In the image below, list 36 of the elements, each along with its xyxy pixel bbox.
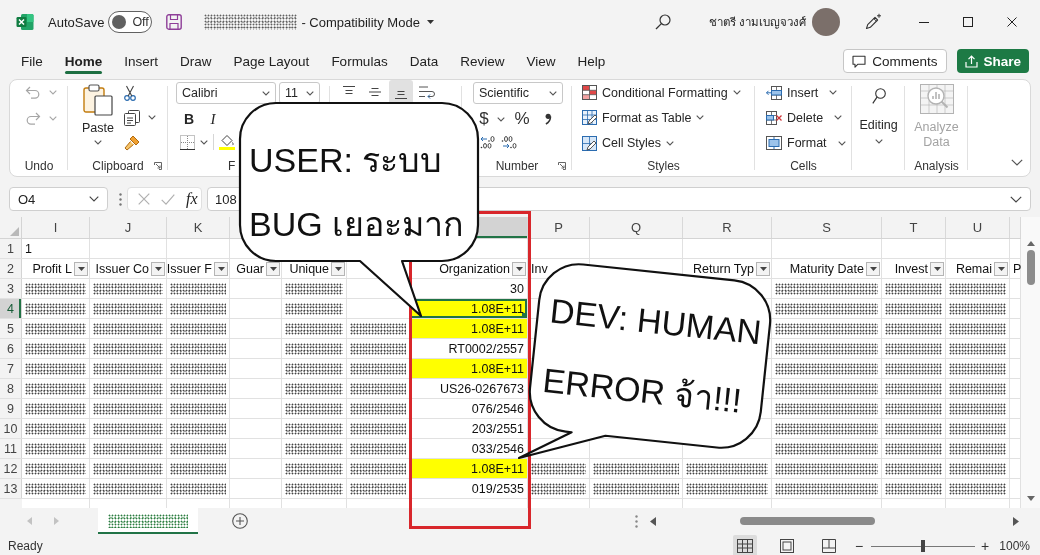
column-heading: Invest [894,261,928,276]
user-name: ชาตรี งามเบญจวงศ์ [708,15,806,31]
column-heading: Organization [439,261,510,276]
column-heading: Issuer Co [95,261,149,276]
table-cell-text: 203/2551 [470,420,525,438]
column-heading: Profit L [32,261,72,276]
table-cell-text: 1 [24,240,33,258]
column-heading: Inv [531,261,548,276]
table-cell-text: RT0002/2557 [447,340,525,358]
group-label: Cells [790,159,817,173]
table-cell-text: 30 [509,280,525,298]
autosave-label: AutoSave [48,14,105,30]
group-label: Styles [647,159,680,173]
column-heading: Remai [955,261,992,276]
table-cell: 1.08E+11 [410,319,527,338]
column-heading: Return Typ [693,261,754,276]
table-cell: 1.08E+11 [410,459,527,478]
group-label: Number [495,159,539,173]
table-cell: 1.08E+11 [410,299,527,318]
column-heading: Maturity Date [789,261,864,276]
status-text: Ready [8,539,43,553]
column-heading: Issuer F [166,261,212,276]
bubble-text: DEV: HUMAN ERROR จ้า!!! [539,290,765,422]
table-cell: 1.08E+11 [410,359,527,378]
zoom-level: 100% [999,539,1030,553]
table-cell-text: 033/2546 [470,440,525,458]
table-cell-text: 019/2535 [470,480,525,498]
column-heading: Guar [236,261,264,276]
column-heading: Unique [289,261,329,276]
group-label: F [228,159,236,173]
group-label: Analysis [914,159,959,173]
group-label: Clipboard [92,159,144,173]
table-cell-text: US26-0267673 [438,380,525,398]
group-label: Undo [24,159,54,173]
column-heading: P [1013,261,1022,276]
table-cell-text: 076/2546 [470,400,525,418]
